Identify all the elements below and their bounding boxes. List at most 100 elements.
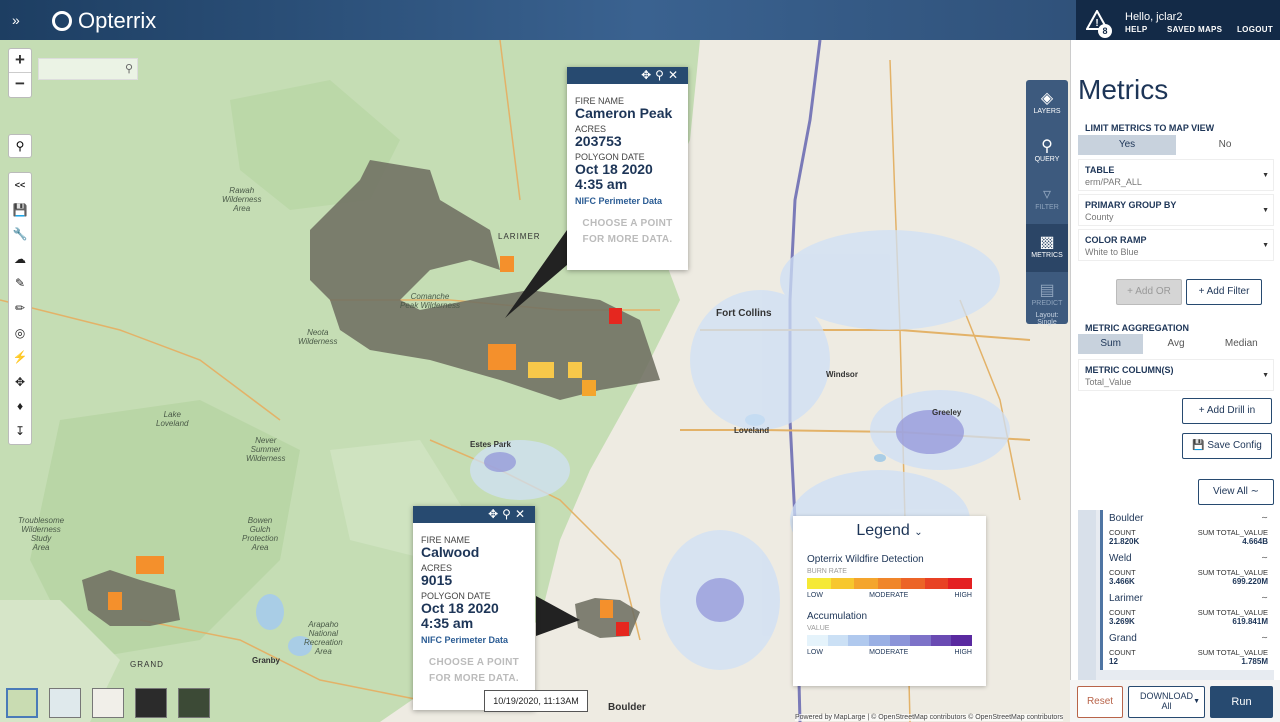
notification-badge: 8 xyxy=(1098,24,1112,38)
zoom-out-button[interactable]: − xyxy=(9,73,31,97)
save-config-button[interactable]: 💾 Save Config xyxy=(1182,433,1272,459)
brand[interactable]: Opterrix xyxy=(52,8,156,34)
map-label-rawah: Rawah Wilderness Area xyxy=(222,186,262,213)
table-select[interactable]: TABLE erm/PAR_ALL ▼ xyxy=(1078,159,1274,191)
map-label-larimer: LARIMER xyxy=(498,232,541,241)
pin-icon[interactable]: ⚲ xyxy=(655,68,668,82)
eye-icon: ∼ xyxy=(1261,553,1268,562)
basemap-terrain[interactable] xyxy=(6,688,38,718)
move-icon[interactable]: ✥ xyxy=(488,507,502,521)
map-label-neota: Neota Wilderness xyxy=(298,328,338,346)
fire-name: Calwood xyxy=(421,544,480,560)
legend-swatch xyxy=(807,635,828,646)
agg-median-button[interactable]: Median xyxy=(1209,334,1274,354)
cloud-upload-icon[interactable]: ☁ xyxy=(9,247,31,272)
nav-metrics[interactable]: ▩ METRICS xyxy=(1026,224,1068,272)
map-attribution[interactable]: Powered by MapLarge | © OpenStreetMap co… xyxy=(795,714,1064,721)
metric-column-select[interactable]: METRIC COLUMN(S) Total_Value ▼ xyxy=(1078,359,1274,391)
legend-swatch xyxy=(948,578,973,589)
map-legend: Legend ⌄ Opterrix Wildfire Detection BUR… xyxy=(793,516,986,686)
agg-avg-button[interactable]: Avg xyxy=(1143,334,1208,354)
nav-layers[interactable]: ◈ LAYERS xyxy=(1026,80,1068,128)
move-icon[interactable]: ✥ xyxy=(641,68,655,82)
caret-down-icon: ▼ xyxy=(1262,207,1269,214)
summary-row[interactable]: Weld ∼ COUNT 3.466K SUM TOTAL_VALUE 699.220… xyxy=(1100,550,1274,590)
metrics-panel: Metrics LIMIT METRICS TO MAP VIEW Yes No… xyxy=(1070,40,1280,722)
filter-icon: ▿ xyxy=(1042,186,1052,203)
download-button[interactable]: DOWNLOAD All ▼ xyxy=(1128,686,1205,718)
nifc-link[interactable]: NIFC Perimeter Data xyxy=(575,196,680,206)
legend-swatch xyxy=(910,635,931,646)
agg-sum-button[interactable]: Sum xyxy=(1078,334,1144,354)
twitter-icon[interactable]: ♦ xyxy=(9,394,31,419)
caret-down-icon: ▼ xyxy=(1193,698,1200,705)
download-icon[interactable]: ↧ xyxy=(9,419,31,444)
map-search-input[interactable]: ⚲ xyxy=(38,58,138,80)
legend-moderate: MODERATE xyxy=(869,649,909,656)
view-all-button[interactable]: View All ∼ xyxy=(1198,479,1274,505)
aggregation-label: METRIC AGGREGATION xyxy=(1085,323,1189,333)
group-by-select[interactable]: PRIMARY GROUP BY County ▼ xyxy=(1078,194,1274,226)
basemap-dark[interactable] xyxy=(135,688,167,718)
opterrix-logo-icon xyxy=(52,11,72,31)
map-label-comanche: Comanche Peak Wilderness xyxy=(400,292,460,310)
legend-swatch xyxy=(889,635,911,646)
nav-predict[interactable]: ▤ PREDICT xyxy=(1026,272,1068,312)
basemap-light[interactable] xyxy=(49,688,81,718)
zoom-in-button[interactable]: + xyxy=(9,49,31,73)
limit-label: LIMIT METRICS TO MAP VIEW xyxy=(1085,123,1215,133)
map-label-bowen: Bowen Gulch Protection Area xyxy=(242,516,279,552)
search-icon[interactable]: ⚲ xyxy=(125,62,133,75)
basemap-satellite[interactable] xyxy=(178,688,210,718)
logout-link[interactable]: LOGOUT xyxy=(1237,25,1273,34)
caret-down-icon: ▼ xyxy=(1262,242,1269,249)
legend-caption-burn-rate: BURN RATE xyxy=(807,568,847,575)
expand-icon[interactable]: » xyxy=(12,12,20,28)
eye-icon: ∼ xyxy=(1261,633,1268,642)
summary-row[interactable]: Boulder ∼ COUNT 21.820K SUM TOTAL_VALUE 4.6… xyxy=(1100,510,1274,550)
add-or-button[interactable]: + Add OR xyxy=(1116,279,1182,305)
legend-low: LOW xyxy=(807,592,823,599)
map-label-never-summer: Never Summer Wilderness xyxy=(246,436,286,463)
edit-icon[interactable]: ✏ xyxy=(9,296,31,321)
run-button[interactable]: Run xyxy=(1210,686,1273,718)
pin-icon[interactable]: ⚲ xyxy=(502,507,515,521)
search-icon: ⚲ xyxy=(1041,138,1053,155)
panel-footer: Reset DOWNLOAD All ▼ Run xyxy=(1070,680,1280,722)
draw-icon[interactable]: ✎ xyxy=(9,271,31,296)
summary-row[interactable]: Larimer ∼ COUNT 3.269K SUM TOTAL_VALUE 619.… xyxy=(1100,590,1274,630)
color-ramp-select[interactable]: COLOR RAMP White to Blue ▼ xyxy=(1078,229,1274,261)
layout-toggle[interactable]: Single xyxy=(1026,319,1068,326)
alert-icon[interactable]: ! 8 xyxy=(1085,8,1112,38)
legend-swatch xyxy=(827,635,849,646)
add-filter-button[interactable]: + Add Filter xyxy=(1186,279,1262,305)
nifc-link[interactable]: NIFC Perimeter Data xyxy=(421,635,527,645)
legend-swatch xyxy=(930,635,952,646)
nav-query[interactable]: ⚲ QUERY xyxy=(1026,128,1068,176)
saved-maps-link[interactable]: SAVED MAPS xyxy=(1167,25,1222,34)
bar-chart-icon: ▩ xyxy=(1039,234,1055,251)
basemap-streets[interactable] xyxy=(92,688,124,718)
legend-swatch xyxy=(924,578,949,589)
wrench-icon[interactable]: 🔧 xyxy=(9,222,31,247)
eye-icon: ∼ xyxy=(1261,513,1268,522)
add-drill-in-button[interactable]: + Add Drill in xyxy=(1182,398,1272,424)
limit-no-button[interactable]: No xyxy=(1176,135,1274,155)
save-icon[interactable]: 💾 xyxy=(9,198,31,223)
reset-button[interactable]: Reset xyxy=(1077,686,1123,718)
legend-section-wildfire: Opterrix Wildfire Detection xyxy=(807,554,924,565)
globe-icon[interactable]: ◎ xyxy=(9,321,31,346)
zoom-to-selection-icon[interactable]: ⚲ xyxy=(8,134,32,158)
summary-row[interactable]: Grand ∼ COUNT 12 SUM TOTAL_VALUE 1.785M xyxy=(1100,630,1274,670)
close-icon[interactable]: ✕ xyxy=(668,68,682,82)
app-name: Opterrix xyxy=(78,8,157,33)
limit-yes-button[interactable]: Yes xyxy=(1078,135,1176,155)
crosshair-icon[interactable]: ✥ xyxy=(9,370,31,395)
lightning-icon[interactable]: ⚡ xyxy=(9,345,31,370)
help-link[interactable]: HELP xyxy=(1125,25,1148,34)
nav-filter[interactable]: ▿ FILTER xyxy=(1026,176,1068,224)
legend-title[interactable]: Legend ⌄ xyxy=(807,522,972,540)
collapse-toolbar-button[interactable]: << xyxy=(9,173,31,198)
close-icon[interactable]: ✕ xyxy=(515,507,529,521)
chevron-down-icon[interactable]: ⌄ xyxy=(914,527,922,538)
